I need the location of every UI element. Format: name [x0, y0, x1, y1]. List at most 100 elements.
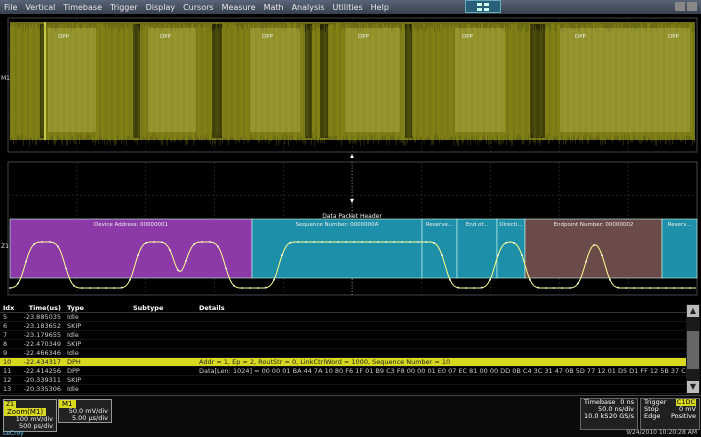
table-row[interactable]: 13 -20.335306 Idle	[0, 385, 686, 394]
table-row[interactable]: 8 -22.470349 SKIP	[0, 340, 686, 349]
cell-details	[199, 385, 686, 393]
decode-table[interactable]: Idx Time(us) Type Subtype Details 5 -23.8…	[0, 304, 686, 395]
menu-math[interactable]: Math	[260, 3, 288, 12]
cell-details	[199, 322, 686, 330]
z1-descriptor[interactable]: Z1 Zoom(M1) 100 mV/div 500 ps/div	[3, 399, 57, 432]
dpp-label: DPP	[58, 34, 70, 40]
dpp-label: DPP	[462, 34, 474, 40]
decode-field-label: Device Address: 00000001	[94, 222, 168, 228]
dpp-label: DPP	[358, 34, 370, 40]
menu-bar: File Vertical Timebase Trigger Display Cursor…	[0, 0, 701, 14]
minimize-icon[interactable]	[675, 2, 685, 11]
cell-type: SKIP	[67, 376, 82, 384]
table-header: Idx Time(us) Type Subtype Details	[0, 304, 686, 313]
cell-details	[199, 340, 686, 348]
timebase-k2: 10.0 kS	[584, 412, 609, 420]
m1-trace	[9, 22, 695, 146]
cell-subtype	[133, 358, 199, 366]
table-row[interactable]: 5 -23.885035 Idle	[0, 313, 686, 322]
menu-measure[interactable]: Measure	[218, 3, 260, 12]
table-row[interactable]: 10 -22.434317 DPH Addr = 1, Ep = 2, RoutStr…	[0, 358, 686, 367]
menu-analysis[interactable]: Analysis	[288, 3, 329, 12]
cell-type: Idle	[67, 313, 79, 321]
decode-bar: Device Address: 00000001 Sequence Number:…	[9, 218, 698, 279]
cell-idx: 11	[3, 367, 12, 375]
scroll-down-icon[interactable]: ▼	[687, 381, 699, 393]
scroll-up-icon[interactable]: ▲	[687, 305, 699, 317]
cell-subtype	[133, 367, 199, 375]
decode-field-label: Endpoint Number: 00000002	[554, 222, 634, 228]
cell-subtype	[133, 322, 199, 330]
menu-cursors[interactable]: Cursors	[179, 3, 217, 12]
table-row[interactable]: 11 -22.414256 DPP Data[Len: 1024] = 00 00 0…	[0, 367, 686, 376]
trigger-v2: Positive	[670, 412, 696, 420]
menu-timebase[interactable]: Timebase	[59, 3, 106, 12]
z1-tag: Z1	[4, 401, 16, 408]
cell-type: Idle	[67, 331, 79, 339]
cell-idx: 9	[3, 349, 8, 357]
cell-type: Idle	[67, 349, 79, 357]
cell-idx: 8	[3, 340, 8, 348]
table-row[interactable]: 12 -20.339311 SKIP	[0, 376, 686, 385]
cell-details	[199, 313, 686, 321]
menu-file[interactable]: File	[0, 3, 21, 12]
menu-utilities[interactable]: Utilities	[329, 3, 367, 12]
close-icon[interactable]	[687, 2, 697, 11]
cell-type: SKIP	[67, 322, 82, 330]
timebase-descriptor[interactable]: Timebase 0 ns 50.0 ns/div 10.0 kS 20 GS/s	[580, 398, 638, 430]
cell-subtype	[133, 349, 199, 357]
cell-idx: 10	[3, 358, 12, 366]
cell-time: -20.339311	[23, 376, 62, 384]
cell-type: Idle	[67, 385, 79, 393]
table-row[interactable]: 9 -22.466346 Idle	[0, 349, 686, 358]
cell-details	[199, 349, 686, 357]
decode-field-label: Sequence Number: 0000000A	[296, 222, 379, 228]
cell-subtype	[133, 376, 199, 384]
cell-idx: 7	[3, 331, 8, 339]
cell-details: Data[Len: 1024] = 00 00 01 BA 44 7A 10 8…	[199, 367, 686, 375]
table-row[interactable]: 7 -23.179655 Idle	[0, 331, 686, 340]
trigger-descriptor[interactable]: Trigger C1DC Stop 0 mV Edge Positive	[640, 398, 700, 430]
cell-idx: 12	[3, 376, 12, 384]
menu-vertical[interactable]: Vertical	[21, 3, 59, 12]
col-type[interactable]: Type	[65, 304, 133, 312]
zoom-marker-icon	[350, 199, 354, 203]
col-details[interactable]: Details	[199, 304, 686, 312]
cell-time: -22.470349	[23, 340, 62, 348]
col-time[interactable]: Time(us)	[21, 304, 65, 312]
window-controls	[675, 2, 697, 11]
cell-time: -23.183652	[23, 322, 62, 330]
decode-field-label: Reserve...	[426, 222, 454, 228]
cell-type: DPP	[67, 367, 80, 375]
waveform-display[interactable]: DPP DPP DPP DPP DPP DPP DPP Device Address: 00…	[0, 14, 701, 301]
cell-time: -20.335306	[23, 385, 62, 393]
dpp-label: DPP	[668, 34, 680, 40]
menu-help[interactable]: Help	[367, 3, 393, 12]
cell-idx: 5	[3, 313, 8, 321]
cell-subtype	[133, 331, 199, 339]
col-subtype[interactable]: Subtype	[133, 304, 199, 312]
cell-type: SKIP	[67, 340, 82, 348]
decode-field-label: Reserv...	[668, 222, 692, 228]
cell-details: Addr = 1, Ep = 2, RoutStr = 0, LinkCtrlW…	[199, 358, 451, 366]
decode-title: Data Packet Header	[322, 213, 382, 220]
m1-label: M1	[1, 75, 10, 82]
m1-descriptor[interactable]: M1 50.0 mV/div 5.00 µs/div	[58, 399, 112, 423]
menu-display[interactable]: Display	[142, 3, 180, 12]
cell-time: -23.885035	[23, 313, 62, 321]
menu-trigger[interactable]: Trigger	[106, 3, 142, 12]
decode-field-label: Directi...	[499, 222, 522, 228]
trigger-k2: Edge	[644, 412, 661, 420]
cell-subtype	[133, 313, 199, 321]
table-row[interactable]: 6 -23.183652 SKIP	[0, 322, 686, 331]
table-scrollbar[interactable]: ▲ ▼	[686, 304, 700, 395]
app-logo-icon[interactable]	[465, 0, 501, 13]
cell-time: -22.414256	[23, 367, 62, 375]
scroll-thumb[interactable]	[687, 331, 699, 369]
cell-idx: 6	[3, 322, 8, 330]
cell-details	[199, 331, 686, 339]
col-idx[interactable]: Idx	[0, 304, 21, 312]
decode-field-label: End of...	[466, 222, 489, 228]
cell-subtype	[133, 385, 199, 393]
dpp-label: DPP	[160, 34, 172, 40]
